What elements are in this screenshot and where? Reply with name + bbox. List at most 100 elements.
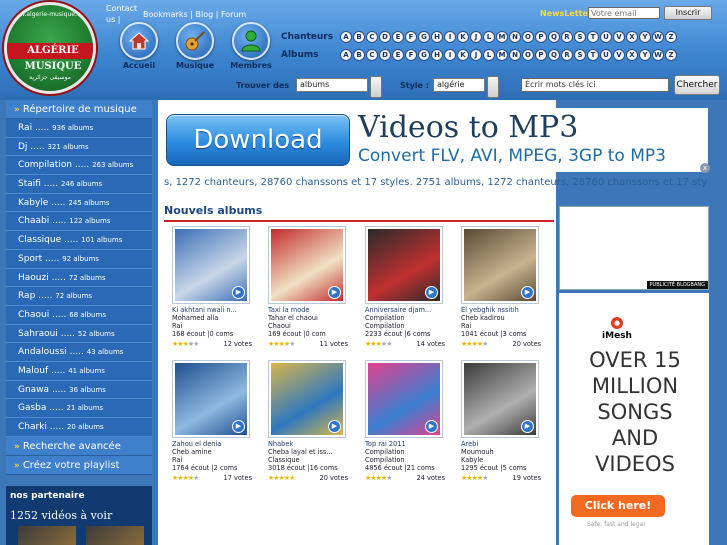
chanteurs-letter-button[interactable]: O — [522, 31, 534, 43]
newsletter-subscribe-button[interactable]: Inscrir — [664, 6, 712, 20]
chanteurs-letter-button[interactable]: W — [652, 31, 664, 43]
star-rating-icon[interactable]: ★★★★★ — [365, 474, 392, 482]
album-artist[interactable]: Compilation — [365, 448, 447, 456]
album-artist[interactable]: Mohamed alla — [172, 314, 254, 322]
albums-letter-button[interactable]: P — [535, 49, 547, 61]
blog-link[interactable]: Blog — [195, 10, 213, 19]
keyword-search-input[interactable]: Écrir mots clés ici — [521, 78, 669, 92]
sidebar-item-haouzi[interactable]: Haouzi ..... 72 albums — [6, 268, 152, 288]
albums-letter-button[interactable]: E — [392, 49, 404, 61]
albums-letter-button[interactable]: F — [405, 49, 417, 61]
chanteurs-letter-button[interactable]: B — [353, 31, 365, 43]
close-icon[interactable]: x — [700, 163, 710, 173]
find-type-dropdown-arrow[interactable] — [370, 76, 382, 98]
chanteurs-letter-button[interactable]: K — [457, 31, 469, 43]
album-rating[interactable]: ★★★★★ 11 votes — [268, 339, 350, 348]
album-rating[interactable]: ★★★★★ 12 votes — [172, 339, 254, 348]
albums-letter-button[interactable]: W — [652, 49, 664, 61]
album-artist[interactable]: Compilation — [365, 314, 447, 322]
albums-letter-button[interactable]: X — [626, 49, 638, 61]
album-card[interactable]: ▶ El yebghik nssitih Cheb kadirou Rai 1041 é… — [461, 226, 543, 350]
album-cover[interactable]: ▶ — [268, 360, 346, 438]
albums-letter-button[interactable]: K — [457, 49, 469, 61]
chanteurs-letter-button[interactable]: C — [366, 31, 378, 43]
album-cover[interactable]: ▶ — [365, 360, 443, 438]
album-title[interactable]: Taxi la mode — [268, 306, 350, 314]
play-icon[interactable]: ▶ — [328, 420, 341, 433]
albums-letter-button[interactable]: C — [366, 49, 378, 61]
play-icon[interactable]: ▶ — [425, 420, 438, 433]
album-rating[interactable]: ★★★★★ 24 votes — [365, 473, 447, 482]
albums-letter-button[interactable]: Z — [665, 49, 677, 61]
imesh-ad[interactable]: ● iMesh OVER 15 MILLION SONGS AND VIDEOS… — [559, 293, 709, 545]
album-artist[interactable]: Moumouh — [461, 448, 543, 456]
chanteurs-letter-button[interactable]: H — [431, 31, 443, 43]
star-rating-icon[interactable]: ★★★★★ — [172, 340, 199, 348]
album-artist[interactable]: Cheba layal et iss... — [268, 448, 350, 456]
chanteurs-letter-button[interactable]: Y — [639, 31, 651, 43]
style-select[interactable]: algérie — [433, 78, 485, 92]
sidebar-item-kabyle[interactable]: Kabyle ..... 245 albums — [6, 193, 152, 213]
albums-letter-button[interactable]: O — [522, 49, 534, 61]
chanteurs-letter-button[interactable]: I — [444, 31, 456, 43]
albums-letter-button[interactable]: S — [574, 49, 586, 61]
albums-letter-button[interactable]: J — [470, 49, 482, 61]
chanteurs-letter-button[interactable]: G — [418, 31, 430, 43]
album-rating[interactable]: ★★★★★ 20 votes — [461, 339, 543, 348]
chanteurs-letter-button[interactable]: F — [405, 31, 417, 43]
partner-thumbnail[interactable] — [18, 526, 76, 545]
play-icon[interactable]: ▶ — [328, 286, 341, 299]
albums-letter-button[interactable]: T — [587, 49, 599, 61]
star-rating-icon[interactable]: ★★★★★ — [268, 340, 295, 348]
star-rating-icon[interactable]: ★★★★★ — [365, 340, 392, 348]
sidebar-item-sport[interactable]: Sport ..... 92 albums — [6, 249, 152, 269]
sidebar-item-staifi[interactable]: Staifi ..... 246 albums — [6, 175, 152, 194]
chanteurs-letter-button[interactable]: L — [483, 31, 495, 43]
sidebar-repertoire-heading[interactable]: » Répertoire de musique — [6, 100, 152, 119]
bookmarks-link[interactable]: Bookmarks — [143, 10, 188, 19]
sidebar-item-classique[interactable]: Classique ..... 101 albums — [6, 231, 152, 250]
chanteurs-letter-button[interactable]: V — [613, 31, 625, 43]
ad-banner[interactable]: Download Videos to MP3 Convert FLV, AVI,… — [164, 108, 710, 173]
forum-link[interactable]: Forum — [221, 10, 246, 19]
sidebar-item-malouf[interactable]: Malouf ..... 41 albums — [6, 361, 152, 381]
sidebar-item-andaloussi[interactable]: Andaloussi ..... 43 albums — [6, 343, 152, 362]
album-artist[interactable]: Tahar el chaoui — [268, 314, 350, 322]
chanteurs-letter-button[interactable]: J — [470, 31, 482, 43]
albums-letter-button[interactable]: U — [600, 49, 612, 61]
albums-letter-button[interactable]: Y — [639, 49, 651, 61]
sidebar-item-compilation[interactable]: Compilation ..... 263 albums — [6, 156, 152, 176]
album-cover[interactable]: ▶ — [172, 226, 250, 304]
play-icon[interactable]: ▶ — [232, 420, 245, 433]
partner-thumbnail[interactable] — [86, 526, 144, 545]
album-card[interactable]: ▶ Zahou el denia Cheb amine Rai 1764 écout |… — [172, 360, 254, 484]
album-rating[interactable]: ★★★★★ 14 votes — [365, 339, 447, 348]
find-type-select[interactable]: albums — [296, 78, 368, 92]
albums-letter-button[interactable]: B — [353, 49, 365, 61]
album-card[interactable]: ▶ Top rai 2011 Compilation Compilation 4856 … — [365, 360, 447, 484]
chanteurs-letter-button[interactable]: M — [496, 31, 508, 43]
sidebar-item-rap[interactable]: Rap ..... 72 albums — [6, 287, 152, 306]
albums-letter-button[interactable]: D — [379, 49, 391, 61]
sidebar-item-charki[interactable]: Charki ..... 20 albums — [6, 418, 152, 437]
star-rating-icon[interactable]: ★★★★★ — [172, 474, 199, 482]
album-rating[interactable]: ★★★★★ 20 votes — [268, 473, 350, 482]
album-cover[interactable]: ▶ — [172, 360, 250, 438]
albums-letter-button[interactable]: G — [418, 49, 430, 61]
nav-musique-button[interactable] — [176, 22, 214, 60]
chanteurs-letter-button[interactable]: X — [626, 31, 638, 43]
album-rating[interactable]: ★★★★★ 17 votes — [172, 473, 254, 482]
play-icon[interactable]: ▶ — [425, 286, 438, 299]
album-artist[interactable]: Cheb amine — [172, 448, 254, 456]
ad-download-button[interactable]: Download — [166, 114, 350, 166]
sidebar-item-dj[interactable]: Dj ..... 321 albums — [6, 137, 152, 157]
album-card[interactable]: ▶ Ki akhtani nwali n... Mohamed alla Rai 168… — [172, 226, 254, 350]
sidebar-item-chaabi[interactable]: Chaabi ..... 122 albums — [6, 212, 152, 232]
ad-click-button[interactable]: Click here! — [571, 495, 665, 517]
album-artist[interactable]: Cheb kadirou — [461, 314, 543, 322]
sidebar-item-gasba[interactable]: Gasba ..... 21 albums — [6, 399, 152, 418]
chanteurs-letter-button[interactable]: Q — [548, 31, 560, 43]
chanteurs-letter-button[interactable]: N — [509, 31, 521, 43]
sponsored-box[interactable]: PUBLICITÉ BLOGBANG — [559, 206, 709, 290]
album-title[interactable]: Anniversaire djam... — [365, 306, 447, 314]
